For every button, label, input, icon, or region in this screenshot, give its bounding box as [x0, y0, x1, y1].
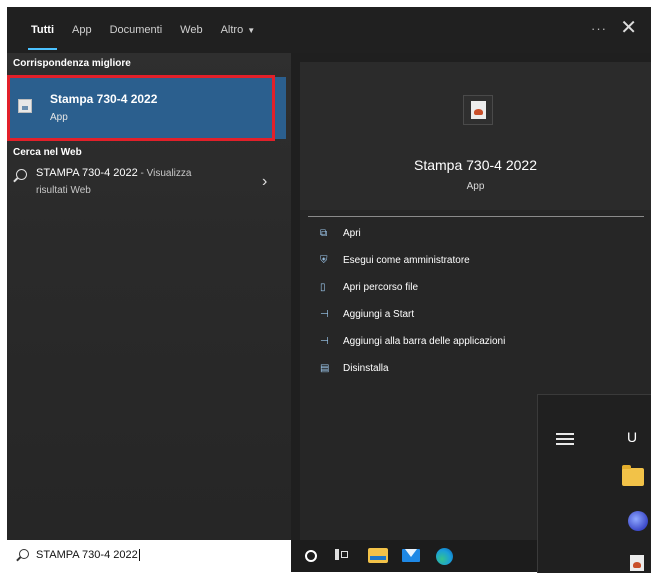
pin-icon: ⊣: [320, 309, 329, 320]
chevron-down-icon: ▼: [247, 26, 256, 35]
action-uninstall[interactable]: ▤ Disinstalla: [320, 363, 600, 383]
search-icon: [19, 549, 29, 559]
search-icon: [16, 169, 27, 180]
divider: [308, 216, 644, 217]
action-label: Apri: [343, 228, 361, 239]
search-input[interactable]: STAMPA 730-4 2022: [36, 549, 140, 562]
web-search-result[interactable]: STAMPA 730-4 2022 - Visualizza risultati…: [7, 163, 291, 209]
tab-label: Tutti: [31, 24, 55, 36]
file-explorer-icon[interactable]: [368, 548, 388, 563]
web-result-text: STAMPA 730-4 2022 - Visualizza: [36, 167, 191, 179]
java-app-icon[interactable]: [630, 555, 644, 571]
trash-icon: ▤: [320, 363, 330, 374]
tab-web[interactable]: Web: [171, 7, 211, 53]
chevron-right-icon[interactable]: ›: [262, 173, 267, 191]
scope-tabs: Tutti App Documenti Web Altro ▼: [22, 7, 264, 53]
file-location-icon: ▯: [320, 282, 326, 293]
tab-label: Documenti: [109, 24, 163, 36]
tab-label: Altro: [220, 24, 244, 36]
action-pin-to-taskbar[interactable]: ⊣ Aggiungi alla barra delle applicazioni: [320, 336, 600, 356]
best-match-heading: Corrispondenza migliore: [13, 58, 131, 69]
action-run-as-admin[interactable]: ⛨ Esegui come amministratore: [320, 255, 600, 275]
action-label: Aggiungi alla barra delle applicazioni: [343, 336, 506, 347]
preview-subtitle: App: [466, 181, 485, 192]
more-options-button[interactable]: ···: [591, 21, 607, 36]
action-label: Disinstalla: [343, 363, 389, 374]
java-app-icon: [463, 95, 493, 125]
tab-tutti[interactable]: Tutti: [22, 7, 63, 53]
user-initial: U: [627, 429, 638, 445]
browser-icon[interactable]: [628, 511, 648, 531]
action-open[interactable]: ⧉ Apri: [320, 228, 600, 248]
task-view-icon[interactable]: [335, 549, 348, 560]
highlight-outline: [7, 75, 275, 141]
tab-altro[interactable]: Altro ▼: [212, 7, 265, 53]
action-label: Esegui come amministratore: [343, 255, 470, 266]
hamburger-menu-icon[interactable]: [556, 433, 574, 445]
taskbar-search-box[interactable]: STAMPA 730-4 2022: [7, 540, 291, 572]
close-button[interactable]: ✕: [620, 16, 637, 40]
pin-taskbar-icon: ⊣: [320, 336, 329, 347]
action-pin-to-start[interactable]: ⊣ Aggiungi a Start: [320, 309, 600, 329]
tab-label: Web: [180, 24, 203, 36]
folder-icon[interactable]: [622, 465, 644, 486]
search-flyout: Tutti App Documenti Web Altro ▼ ··· ✕ Cor…: [7, 7, 651, 573]
tab-documenti[interactable]: Documenti: [101, 7, 172, 53]
web-search-heading: Cerca nel Web: [13, 147, 82, 158]
open-icon: ⧉: [320, 228, 328, 239]
cortana-icon[interactable]: [305, 550, 317, 562]
preview-header: Stampa 730-4 2022 App: [300, 62, 651, 210]
taskbar: [291, 540, 537, 572]
action-label: Apri percorso file: [343, 282, 419, 293]
preview-title: Stampa 730-4 2022: [414, 157, 537, 173]
tab-app[interactable]: App: [63, 7, 101, 53]
tab-label: App: [72, 24, 92, 36]
admin-shield-icon: ⛨: [320, 255, 328, 266]
results-panel: Corrispondenza migliore Stampa 730-4 202…: [7, 53, 291, 540]
web-result-subtext: risultati Web: [36, 185, 91, 196]
search-scope-bar: Tutti App Documenti Web Altro ▼ ··· ✕: [7, 7, 651, 53]
text-cursor: [138, 549, 140, 562]
edge-browser-icon[interactable]: [436, 548, 453, 565]
mail-icon[interactable]: [402, 549, 420, 562]
web-query: STAMPA 730-4 2022: [36, 167, 138, 179]
start-menu-panel: U: [537, 394, 651, 573]
action-label: Aggiungi a Start: [343, 309, 415, 320]
search-value: STAMPA 730-4 2022: [36, 549, 138, 561]
action-open-file-location[interactable]: ▯ Apri percorso file: [320, 282, 600, 302]
web-suffix: - Visualizza: [137, 168, 192, 179]
